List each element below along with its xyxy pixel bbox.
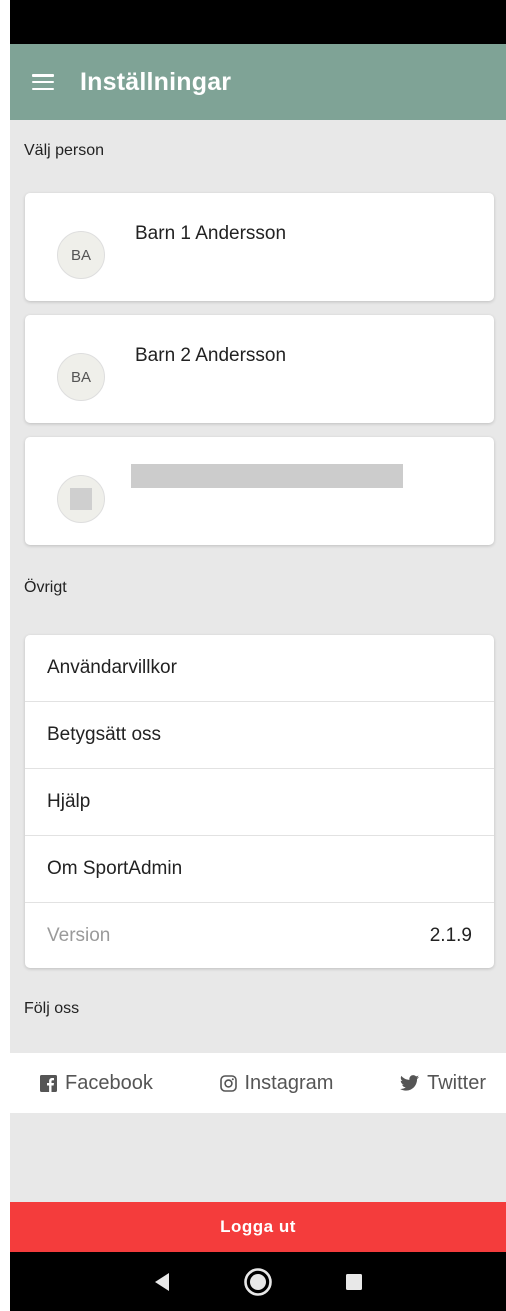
- back-button[interactable]: [142, 1262, 182, 1302]
- instagram-icon: [219, 1074, 237, 1092]
- avatar: BA: [57, 353, 105, 401]
- section-label-persons: Välj person: [24, 142, 105, 159]
- settings-screen: Inställningar Välj person BA Barn 1 Ande…: [10, 0, 506, 1311]
- menu-item-help[interactable]: Hjälp: [25, 769, 494, 836]
- social-links: Facebook Instagram Twitter: [10, 1053, 506, 1113]
- menu-item-about[interactable]: Om SportAdmin: [25, 836, 494, 903]
- home-icon: [244, 1267, 272, 1296]
- version-value: 2.1.9: [429, 925, 472, 946]
- person-card-placeholder: [25, 437, 494, 545]
- recents-icon: [346, 1273, 362, 1290]
- menu-item-label: Betygsätt oss: [47, 724, 162, 745]
- back-icon: [155, 1272, 169, 1291]
- menu-item-label: Användarvillkor: [47, 657, 177, 678]
- facebook-label: Facebook: [65, 1071, 153, 1094]
- status-bar: [10, 0, 506, 44]
- version-label: Version: [47, 925, 111, 946]
- instagram-link[interactable]: Instagram: [219, 1071, 334, 1095]
- menu-item-label: Hjälp: [47, 791, 91, 812]
- recents-button[interactable]: [334, 1262, 374, 1302]
- twitter-icon: [400, 1075, 420, 1091]
- twitter-label: Twitter: [427, 1071, 486, 1094]
- app-bar: Inställningar: [10, 44, 506, 120]
- facebook-link[interactable]: Facebook: [40, 1072, 153, 1095]
- avatar-skeleton: [70, 488, 92, 510]
- system-nav-bar: [10, 1252, 506, 1311]
- menu-item-terms[interactable]: Användarvillkor: [25, 635, 494, 702]
- menu-icon[interactable]: [32, 74, 54, 90]
- name-skeleton: [131, 464, 403, 488]
- avatar-placeholder: [57, 475, 105, 523]
- instagram-label: Instagram: [244, 1071, 334, 1094]
- logout-button[interactable]: Logga ut: [10, 1202, 506, 1252]
- version-row: Version 2.1.9: [25, 903, 494, 968]
- avatar: BA: [57, 231, 105, 279]
- home-button[interactable]: [238, 1262, 278, 1302]
- section-label-follow: Följ oss: [24, 1000, 80, 1017]
- person-card-1[interactable]: BA Barn 1 Andersson: [25, 193, 494, 301]
- person-name: Barn 1 Andersson: [135, 223, 287, 244]
- page-title: Inställningar: [80, 67, 232, 96]
- person-name: Barn 2 Andersson: [135, 345, 287, 366]
- menu-item-rate[interactable]: Betygsätt oss: [25, 702, 494, 769]
- person-card-2[interactable]: BA Barn 2 Andersson: [25, 315, 494, 423]
- section-label-other: Övrigt: [24, 579, 67, 596]
- twitter-link[interactable]: Twitter: [400, 1072, 486, 1095]
- menu-item-label: Om SportAdmin: [47, 858, 183, 879]
- facebook-icon: [40, 1074, 57, 1092]
- other-menu: Användarvillkor Betygsätt oss Hjälp Om S…: [25, 635, 494, 968]
